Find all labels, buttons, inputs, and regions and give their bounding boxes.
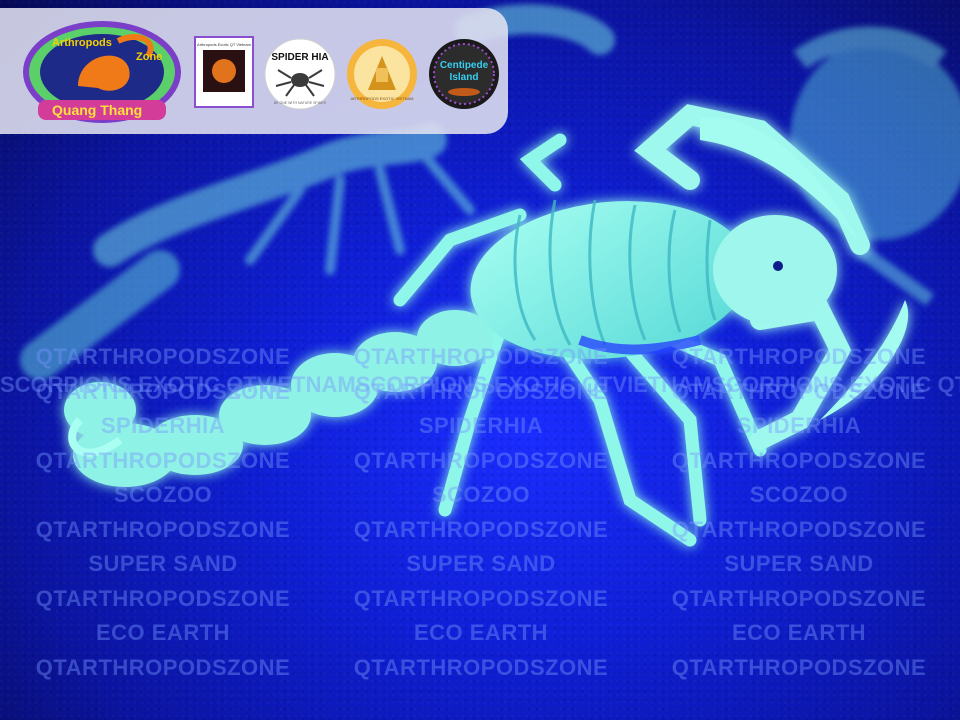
watermark-line: QTARTHROPODSZONE [353, 585, 609, 611]
watermark-line: SCOZOO [431, 482, 531, 507]
watermark-line: QTARTHROPODSZONE [35, 447, 291, 473]
card-logo-caption: Arthropods Exotic QT Vietnam [197, 42, 252, 47]
watermark-line: SPIDERHIA [100, 413, 226, 438]
sponsor-logo-bar: Arthropods Zone Quang Thang Arthropods E… [0, 8, 508, 134]
watermark-line: QTARTHROPODSZONE [35, 378, 291, 404]
spider-hia-ring-text: BE ONE WITH NATURE SPIDER [274, 101, 327, 105]
arthropods-zone-logo: Arthropods Zone Quang Thang [23, 21, 181, 123]
spider-hia-title: SPIDER HIA [271, 52, 328, 63]
logo-text-zone: Zone [136, 51, 162, 63]
watermark-line: QTARTHROPODSZONE [35, 654, 291, 680]
watermark-line: QTARTHROPODSZONE [671, 344, 927, 369]
watermark-line: QTARTHROPODSZONE [35, 585, 291, 611]
spider-hia-logo: SPIDER HIA BE ONE WITH NATURE SPIDER [264, 38, 336, 110]
watermark-line: SUPER SAND [406, 551, 556, 576]
watermark-line: QTARTHROPODSZONE [671, 654, 927, 680]
watermark-line: SPIDERHIA [736, 413, 862, 438]
sphinx-logo: ARTHROPODS EXOTIC VIETNAM [347, 39, 417, 109]
logo-text-quang-thang: Quang Thang [52, 102, 142, 118]
watermark-line: QTARTHROPODSZONE [35, 516, 291, 542]
centipede-title-island: Island [450, 72, 479, 83]
watermark-line: QTARTHROPODSZONE [671, 447, 927, 473]
watermark-line: QTARTHROPODSZONE [35, 344, 291, 369]
watermark-line: QTARTHROPODSZONE [671, 378, 927, 404]
logo-text-arthropods: Arthropods [52, 37, 112, 49]
photo-stage: SCORPIONS EXOTIC QTVIETNAMSCORPIONS EXOT… [0, 0, 960, 720]
watermark-column-middle: QTARTHROPODSZONE QTARTHROPODSZONE SPIDER… [341, 340, 621, 685]
sphinx-logo-caption: ARTHROPODS EXOTIC VIETNAM [350, 96, 413, 101]
watermark-line: SCOZOO [113, 482, 213, 507]
watermark-column-right: QTARTHROPODSZONE QTARTHROPODSZONE SPIDER… [659, 340, 939, 685]
watermark-line: QTARTHROPODSZONE [353, 516, 609, 542]
watermark-line: QTARTHROPODSZONE [353, 344, 609, 369]
watermark-line: ECO EARTH [413, 620, 549, 645]
watermark-line: QTARTHROPODSZONE [353, 378, 609, 404]
watermark-line: SUPER SAND [724, 551, 874, 576]
watermark-line: QTARTHROPODSZONE [353, 654, 609, 680]
watermark-line: QTARTHROPODSZONE [353, 447, 609, 473]
card-logo: Arthropods Exotic QT Vietnam [194, 36, 254, 108]
watermark-line: SUPER SAND [88, 551, 238, 576]
watermark-line: SPIDERHIA [418, 413, 544, 438]
watermark-line: SCOZOO [749, 482, 849, 507]
watermark-line: ECO EARTH [731, 620, 867, 645]
centipede-title: Centipede [440, 60, 489, 71]
watermark-line: QTARTHROPODSZONE [671, 516, 927, 542]
centipede-island-logo: Centipede Island [429, 39, 499, 109]
watermark-line: QTARTHROPODSZONE [671, 585, 927, 611]
watermark-column-left: QTARTHROPODSZONE QTARTHROPODSZONE SPIDER… [23, 340, 303, 685]
watermark-line: ECO EARTH [95, 620, 231, 645]
